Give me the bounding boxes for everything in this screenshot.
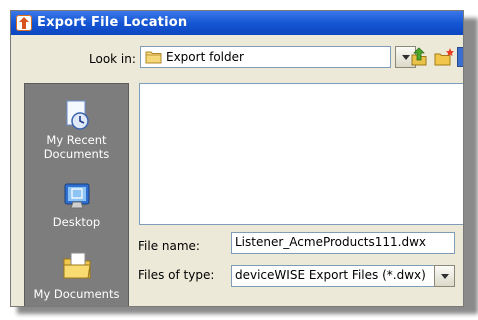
- files-of-type-label: Files of type:: [138, 268, 215, 282]
- place-desktop[interactable]: Desktop: [25, 174, 128, 244]
- export-file-dialog: Export File Location Look in: Export fol…: [10, 10, 464, 307]
- files-of-type-combobox[interactable]: deviceWISE Export Files (*.dwx): [231, 265, 435, 287]
- view-menu-button[interactable]: [457, 47, 463, 67]
- place-label: My Recent Documents: [43, 133, 110, 161]
- up-one-level-icon[interactable]: [409, 46, 429, 71]
- file-list-view[interactable]: [139, 83, 463, 225]
- file-name-input[interactable]: Listener_AcmeProducts111.dwx: [231, 232, 455, 254]
- new-folder-icon[interactable]: [433, 46, 455, 71]
- place-my-recent-documents[interactable]: My Recent Documents: [25, 84, 128, 174]
- look-in-value: Export folder: [166, 50, 244, 64]
- title-bar[interactable]: Export File Location: [11, 11, 463, 35]
- files-of-type-dropdown-button[interactable]: [434, 265, 455, 287]
- look-in-combobox[interactable]: Export folder: [140, 46, 391, 68]
- desktop-icon: [61, 180, 93, 212]
- window-title: Export File Location: [37, 15, 188, 30]
- place-label: My Documents: [33, 287, 120, 301]
- folder-icon: [145, 50, 163, 67]
- place-my-documents[interactable]: My Documents: [25, 244, 128, 306]
- export-arrow-icon: [16, 15, 32, 31]
- places-bar: My Recent Documents Desktop My Documents: [24, 83, 129, 306]
- file-name-label: File name:: [138, 239, 200, 253]
- place-label: Desktop: [52, 215, 101, 229]
- my-documents-icon: [61, 249, 93, 281]
- recent-documents-icon: [61, 99, 93, 131]
- look-in-label: Look in:: [89, 52, 136, 66]
